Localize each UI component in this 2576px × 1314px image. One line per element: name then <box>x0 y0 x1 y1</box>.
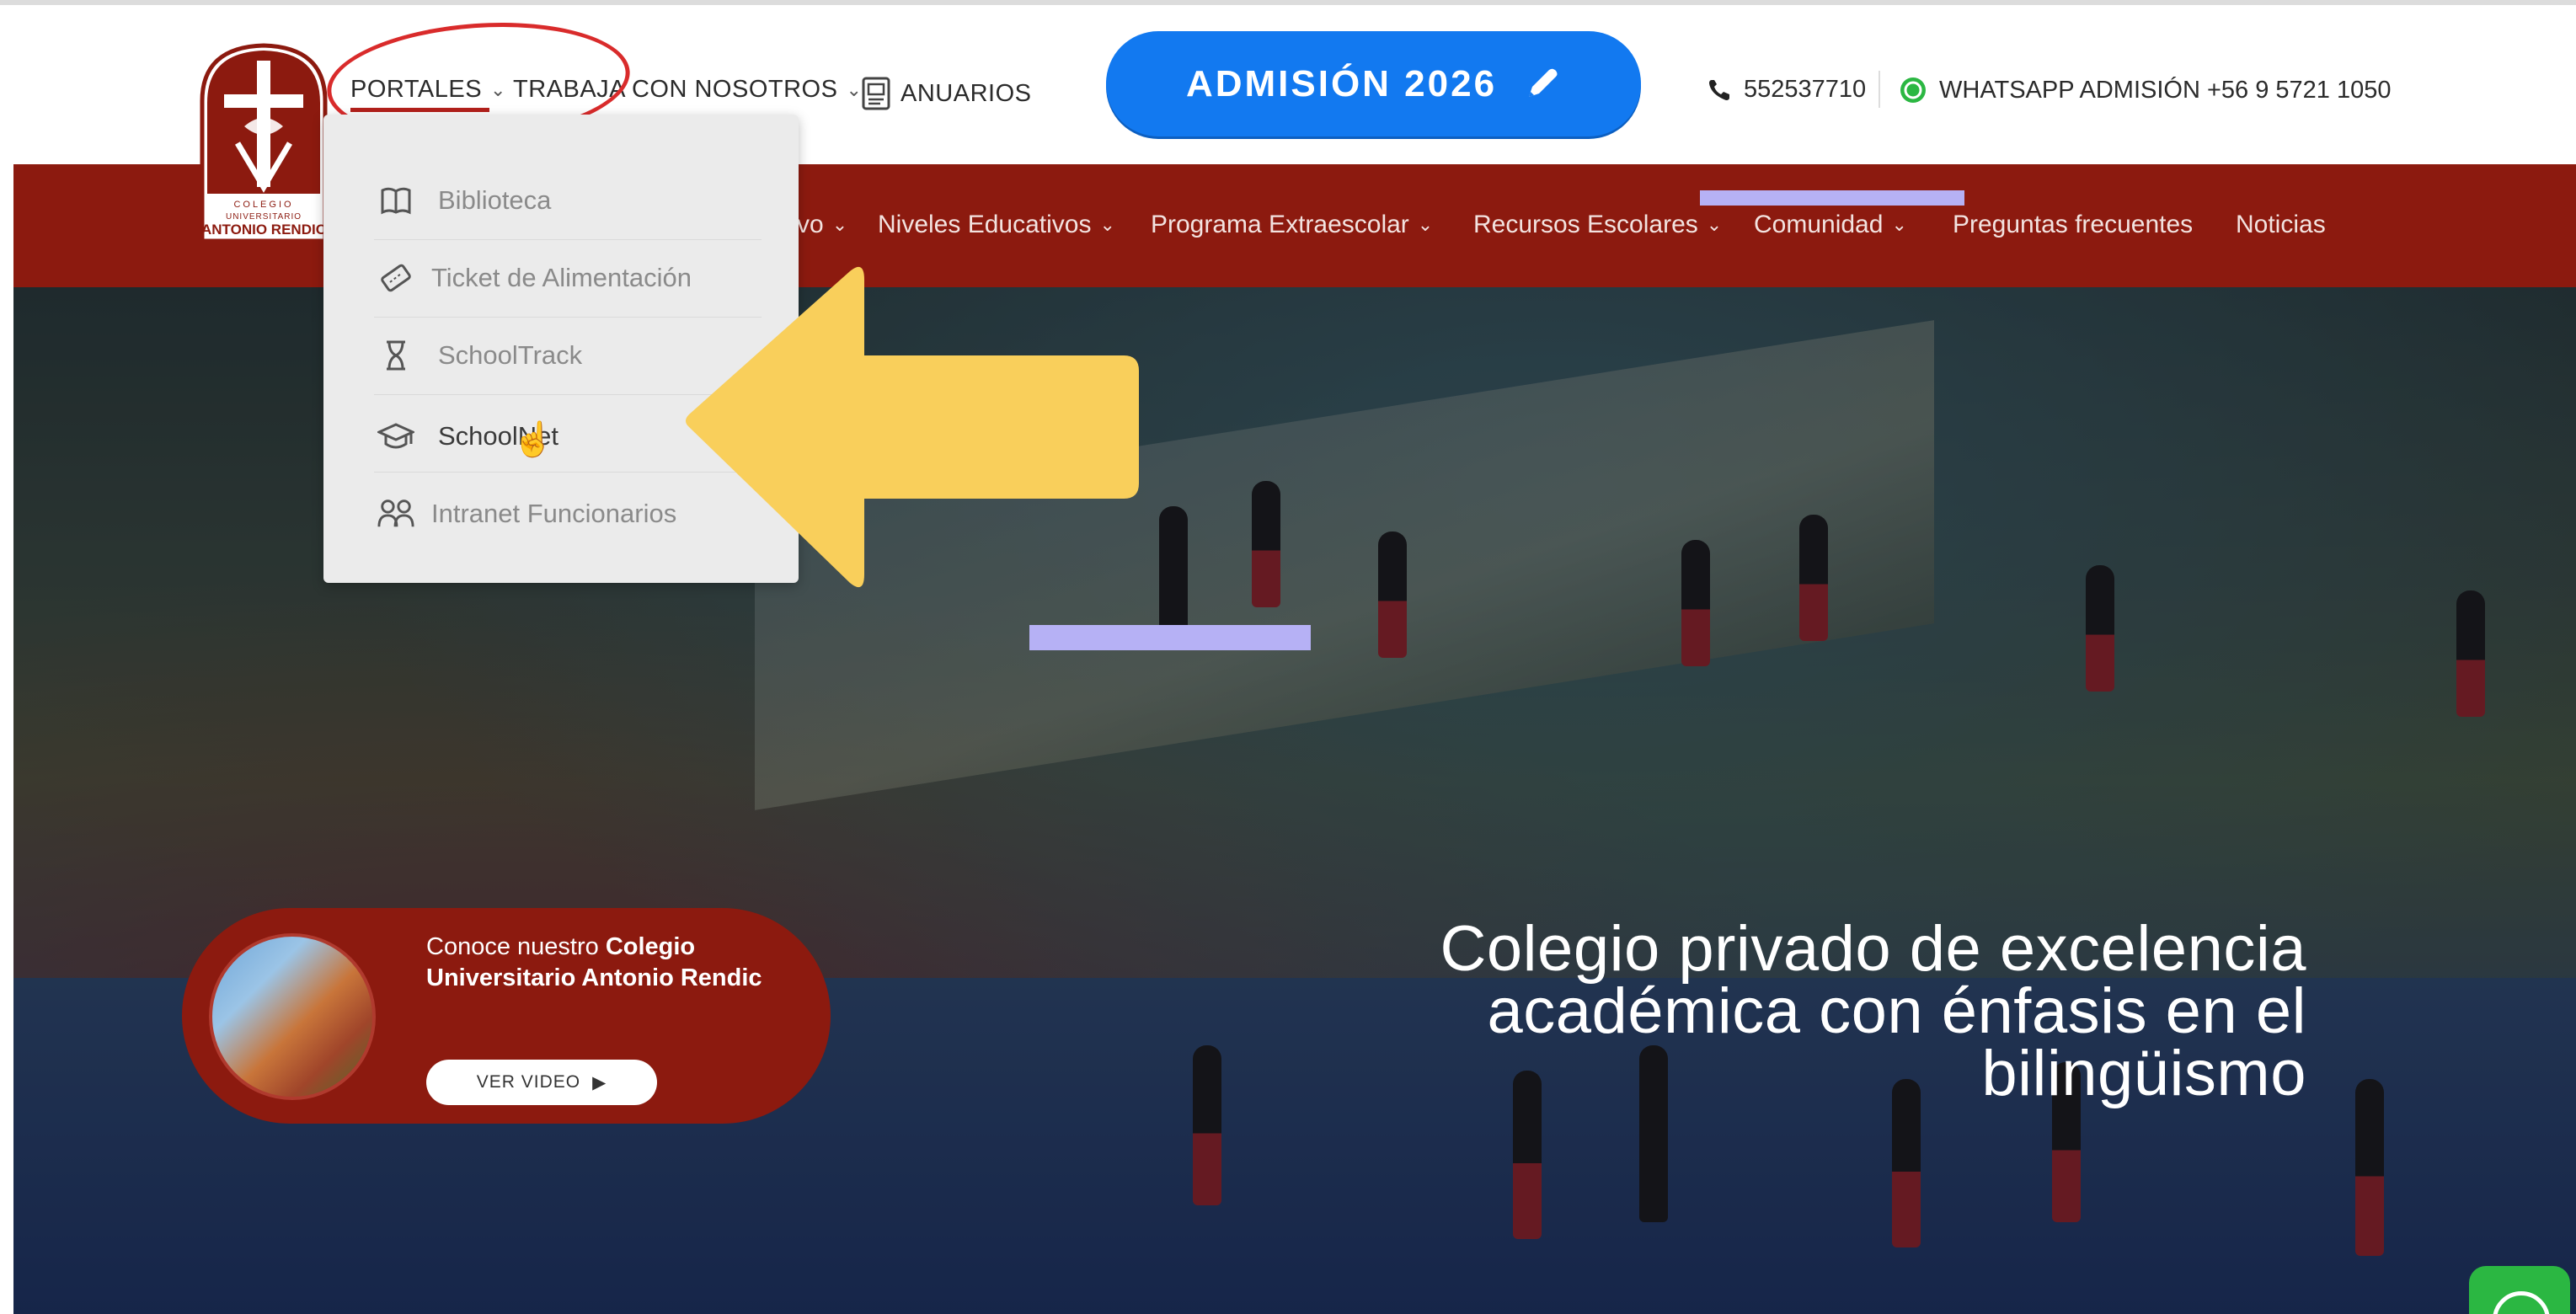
svg-text:UNIVERSITARIO: UNIVERSITARIO <box>226 212 302 222</box>
svg-text:COLEGIO: COLEGIO <box>233 200 293 210</box>
nav-anuarios[interactable]: ANUARIOS <box>860 76 1031 111</box>
annotation-highlight-bar <box>1700 190 1964 206</box>
whatsapp-icon <box>1900 77 1926 103</box>
hero-title-line: bilingüismo <box>1981 1038 2306 1109</box>
chevron-down-icon: ⌄ <box>1891 214 1907 235</box>
nav-item-niveles-educativos[interactable]: Niveles Educativos ⌄ <box>878 211 1115 239</box>
svg-text:ANTONIO RENDIC: ANTONIO RENDIC <box>201 222 326 238</box>
admission-button-label: ADMISIÓN 2026 <box>1185 62 1498 104</box>
annotation-highlight-bar <box>1029 625 1311 650</box>
annotation-arrow-left-icon <box>686 266 1139 588</box>
nav-item-label: Comunidad <box>1754 211 1884 238</box>
dropdown-item-biblioteca[interactable]: Biblioteca <box>323 162 799 239</box>
hero-title-line: Colegio privado de excelencia <box>1440 913 2306 985</box>
whatsapp-icon <box>2493 1291 2550 1314</box>
school-building-photo <box>209 933 376 1100</box>
ver-video-button[interactable]: VER VIDEO ▶ <box>426 1060 657 1105</box>
phone-number: 552537710 <box>1744 76 1867 103</box>
admission-button[interactable]: ADMISIÓN 2026 <box>1106 31 1641 136</box>
nav-item-label: Noticias <box>2236 211 2326 238</box>
chevron-down-icon: ⌄ <box>831 214 848 235</box>
promo-prefix: Conoce nuestro <box>426 933 606 960</box>
nav-item-noticias[interactable]: Noticias <box>2236 211 2326 239</box>
dropdown-item-label: Ticket de Alimentación <box>431 263 692 292</box>
chevron-down-icon: ⌄ <box>1099 214 1115 235</box>
hero-title-line: académica con énfasis en el <box>1487 975 2306 1047</box>
nav-item-comunidad[interactable]: Comunidad ⌄ <box>1754 211 1907 239</box>
dropdown-item-label: SchoolTrack <box>438 340 583 370</box>
phone-contact[interactable]: 552537710 <box>1707 76 1866 104</box>
whatsapp-floating-button[interactable] <box>2469 1266 2570 1314</box>
hand-pointer-cursor-icon: ☝ <box>512 421 554 458</box>
play-icon: ▶ <box>592 1072 607 1092</box>
ticket-icon <box>377 259 414 296</box>
phone-icon <box>1709 79 1729 100</box>
users-icon <box>377 495 414 532</box>
whatsapp-label: WHATSAPP ADMISIÓN +56 9 5721 1050 <box>1939 76 2392 104</box>
graduation-cap-icon <box>377 418 414 455</box>
nav-item-recursos-escolares[interactable]: Recursos Escolares ⌄ <box>1473 211 1722 239</box>
nav-item-label: Programa Extraescolar <box>1151 211 1409 238</box>
pencil-icon <box>1529 68 1558 97</box>
browser-top-border <box>0 0 2576 5</box>
nav-item-institucional[interactable]: vo ⌄ <box>797 211 847 239</box>
promo-text: Conoce nuestro Colegio Universitario Ant… <box>426 932 780 994</box>
ver-video-label: VER VIDEO <box>476 1072 581 1092</box>
nav-item-programa-extraescolar[interactable]: Programa Extraescolar ⌄ <box>1151 211 1433 239</box>
page-frame: COLEGIO UNIVERSITARIO ANTONIO RENDIC POR… <box>13 8 2576 1314</box>
hourglass-icon <box>377 337 414 374</box>
nav-item-label: Preguntas frecuentes <box>1953 211 2194 238</box>
dropdown-item-label: Intranet Funcionarios <box>431 499 677 528</box>
dropdown-item-label: Biblioteca <box>438 185 552 215</box>
yearbook-icon <box>862 77 890 110</box>
chevron-down-icon: ⌄ <box>1706 214 1723 235</box>
book-icon <box>377 182 414 219</box>
nav-item-label: Niveles Educativos <box>878 211 1092 238</box>
contact-divider <box>1879 71 1880 108</box>
school-logo[interactable]: COLEGIO UNIVERSITARIO ANTONIO RENDIC <box>197 42 330 244</box>
hero-title: Colegio privado de excelencia académica … <box>1211 913 2306 1109</box>
nav-anuarios-label: ANUARIOS <box>901 79 1032 107</box>
nav-item-preguntas-frecuentes[interactable]: Preguntas frecuentes <box>1953 211 2193 239</box>
nav-item-label: Recursos Escolares <box>1473 211 1698 238</box>
chevron-down-icon: ⌄ <box>1417 214 1434 235</box>
whatsapp-contact[interactable]: WHATSAPP ADMISIÓN +56 9 5721 1050 <box>1899 76 2392 104</box>
nav-item-label: vo <box>797 211 824 238</box>
